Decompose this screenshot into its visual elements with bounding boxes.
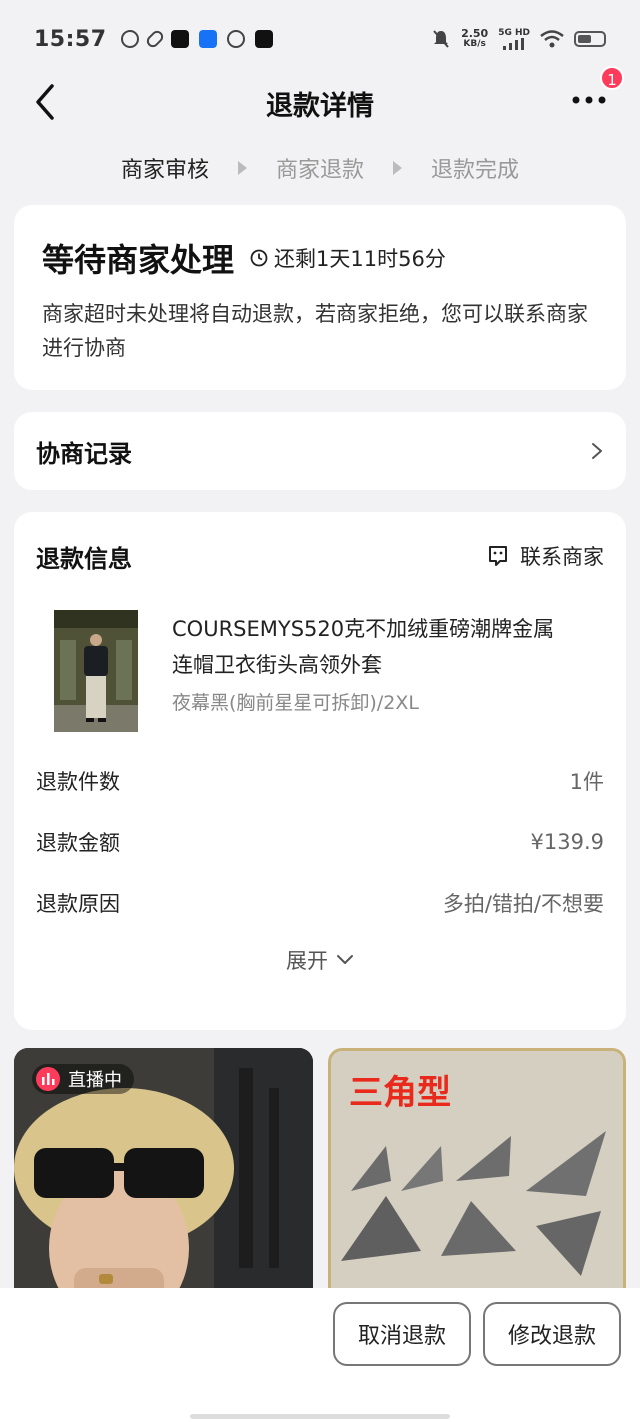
step-refund-complete: 退款完成	[431, 158, 520, 183]
refund-quantity-row: 退款件数 1件	[36, 750, 604, 811]
contact-merchant-label: 联系商家	[520, 545, 604, 569]
modify-refund-button[interactable]: 修改退款	[483, 1302, 621, 1366]
negotiation-record-row[interactable]: 协商记录	[14, 412, 626, 490]
product-thumbnail	[54, 610, 138, 732]
network-speed: 2.50 KB/s	[461, 28, 488, 50]
cancel-refund-button[interactable]: 取消退款	[333, 1302, 471, 1366]
refund-info-title: 退款信息	[36, 544, 132, 573]
clock-icon	[250, 249, 268, 267]
product-sku: 夜幕黑(胸前星星可拆卸)/2XL	[172, 692, 419, 714]
promo-text: 三角型	[349, 1073, 451, 1113]
live-label: 直播中	[68, 1070, 122, 1091]
battery-icon	[574, 31, 606, 47]
link-icon	[143, 28, 166, 50]
zhihu-icon	[198, 30, 217, 48]
live-badge: 直播中	[32, 1064, 134, 1094]
status-title: 等待商家处理	[42, 241, 235, 279]
notification-badge: 1	[600, 66, 624, 90]
merchant-chat-icon	[489, 546, 507, 566]
refund-info-card: 退款信息 联系商家 COURSEMYS520克不加绒重磅潮牌金属 连帽卫衣街头高	[14, 512, 626, 1030]
notification-icons	[120, 28, 273, 50]
home-indicator[interactable]	[190, 1414, 450, 1419]
chat-icon	[226, 30, 245, 48]
refund-quantity-label: 退款件数	[36, 769, 120, 794]
network-speed-value: 2.50	[461, 27, 489, 40]
refund-status-card: 等待商家处理 还剩1天11时56分 商家超时未处理将自动退款，若商家拒绝，您可以…	[14, 205, 626, 390]
douyin-icon	[254, 30, 273, 48]
signal-bars-icon	[503, 38, 525, 50]
refund-amount-row: 退款金额 ¥139.9	[36, 811, 604, 872]
refund-quantity-value: 1件	[569, 769, 604, 794]
product-name-line1: COURSEMYS520克不加绒重磅潮牌金属	[172, 617, 555, 641]
system-status: 2.50 KB/s 5G HD	[431, 28, 606, 50]
refund-reason-value: 多拍/错拍/不想要	[442, 891, 604, 916]
product-item[interactable]: COURSEMYS520克不加绒重磅潮牌金属 连帽卫衣街头高领外套 夜幕黑(胸前…	[36, 610, 604, 750]
wifi-icon	[540, 30, 564, 48]
product-photo	[54, 610, 138, 732]
status-description: 商家超时未处理将自动退款，若商家拒绝，您可以联系商家进行协商	[42, 302, 588, 360]
news-icon	[170, 30, 189, 48]
network-type: 5G HD	[498, 28, 530, 38]
network-speed-unit: KB/s	[463, 39, 486, 49]
chevron-down-icon	[337, 955, 353, 964]
product-recommendation-card[interactable]: 三角型	[328, 1048, 626, 1308]
netease-music-icon	[120, 30, 139, 48]
contact-merchant-button[interactable]: 联系商家	[486, 541, 604, 571]
refund-reason-row: 退款原因 多拍/错拍/不想要	[36, 872, 604, 933]
step-merchant-review: 商家审核	[120, 158, 209, 183]
live-stream-card[interactable]: 直播中	[14, 1048, 313, 1308]
step-arrow-icon	[237, 161, 247, 175]
negotiation-record-title: 协商记录	[36, 439, 132, 468]
chevron-right-icon	[592, 443, 602, 459]
countdown: 还剩1天11时56分	[250, 243, 446, 273]
navigation-bar: 退款详情	[0, 70, 640, 134]
page-title: 退款详情	[266, 91, 374, 122]
live-bars-icon	[36, 1067, 60, 1091]
status-time: 15:57	[34, 26, 107, 52]
expand-button[interactable]: 展开	[36, 945, 604, 975]
more-dots-icon	[572, 96, 606, 104]
countdown-text: 还剩1天11时56分	[274, 247, 446, 271]
product-name-line2: 连帽卫衣街头高领外套	[172, 653, 382, 677]
refund-amount-label: 退款金额	[36, 830, 120, 855]
bottom-action-bar: 取消退款 修改退款	[0, 1288, 640, 1422]
refund-progress-steps: 商家审核 商家退款 退款完成	[0, 150, 640, 186]
mute-bell-icon	[433, 30, 449, 48]
expand-label: 展开	[286, 949, 328, 973]
step-merchant-refund: 商家退款	[275, 158, 364, 183]
step-arrow-icon	[393, 161, 402, 175]
refund-reason-label: 退款原因	[36, 891, 120, 916]
status-bar: 15:57 2.50 KB/s 5G HD	[0, 0, 640, 78]
more-button[interactable]	[570, 88, 610, 112]
signal: 5G HD	[498, 28, 530, 50]
refund-amount-value: ¥139.9	[530, 829, 604, 854]
